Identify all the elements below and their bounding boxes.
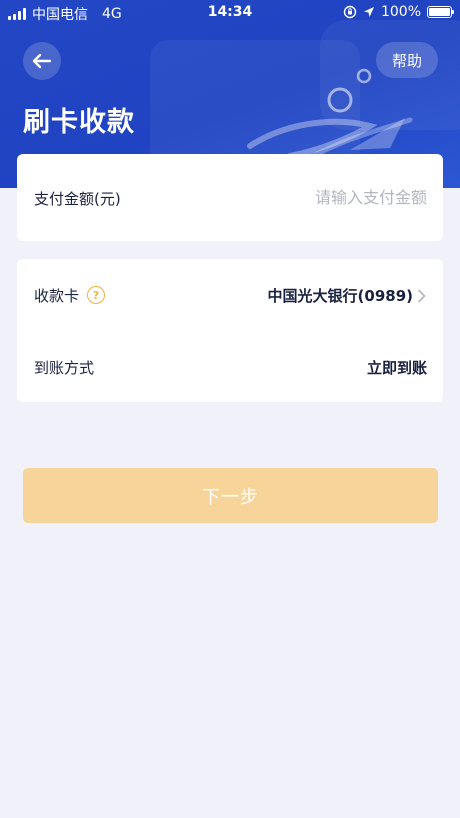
page-title: 刷卡收款 bbox=[23, 107, 135, 138]
battery-icon bbox=[427, 6, 454, 18]
amount-label: 支付金额(元) bbox=[34, 190, 121, 208]
back-button[interactable] bbox=[23, 42, 61, 80]
status-bar: 中国电信 4G 14:34 100% bbox=[0, 0, 460, 26]
help-circle-icon[interactable]: ? bbox=[87, 286, 105, 304]
arrow-left-icon bbox=[32, 53, 52, 69]
next-step-button[interactable]: 下一步 bbox=[23, 468, 438, 523]
help-button[interactable]: 帮助 bbox=[376, 42, 438, 78]
arrival-method-value: 立即到账 bbox=[366, 359, 427, 377]
location-icon bbox=[363, 7, 374, 17]
chevron-right-icon bbox=[418, 289, 426, 303]
rotation-lock-icon bbox=[343, 5, 357, 19]
receive-card-row[interactable]: 收款卡 ? 中国光大银行(0989) bbox=[17, 277, 443, 313]
amount-card: 支付金额(元) bbox=[17, 154, 443, 241]
battery-percent: 100% bbox=[380, 4, 421, 20]
arrival-method-label: 到账方式 bbox=[34, 359, 95, 377]
arrival-method-row: 到账方式 立即到账 bbox=[17, 349, 443, 385]
receive-info-card: 收款卡 ? 中国光大银行(0989) 到账方式 立即到账 bbox=[17, 259, 443, 402]
amount-input[interactable] bbox=[187, 184, 427, 210]
bank-card-value: 中国光大银行(0989) bbox=[267, 287, 413, 305]
receive-card-label: 收款卡 bbox=[34, 287, 80, 305]
